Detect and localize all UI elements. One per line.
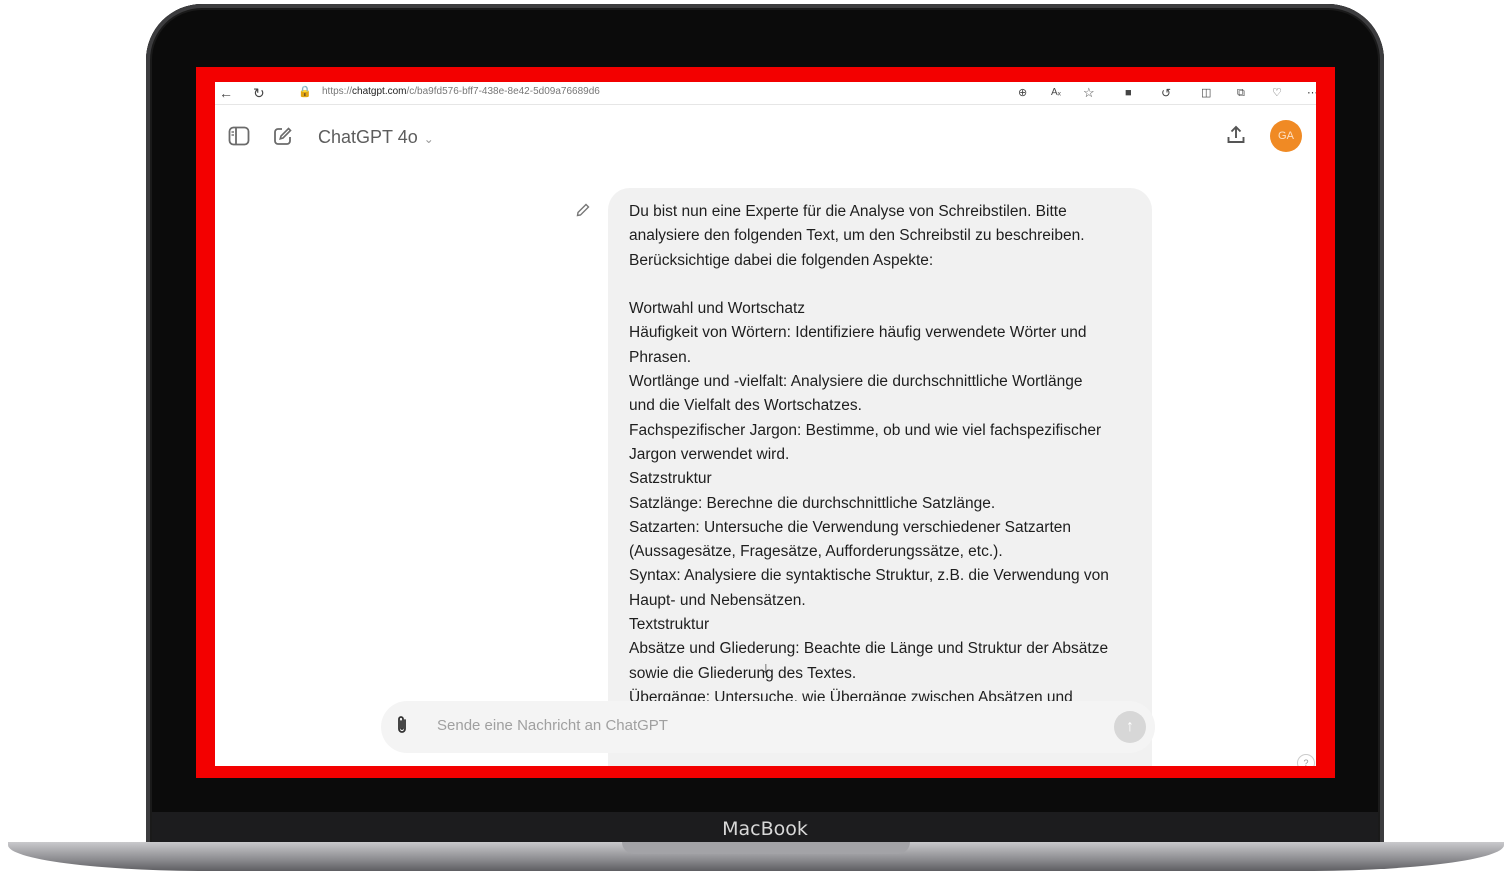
message-line: Du bist nun eine Experte für die Analyse…: [629, 203, 1067, 220]
split-screen-icon[interactable]: ◫: [1201, 84, 1211, 102]
attach-paperclip-icon[interactable]: [395, 714, 409, 742]
message-line: Phrasen.: [629, 348, 692, 366]
message-line: Berücksichtige dabei die folgenden Aspek…: [629, 251, 934, 269]
lock-icon[interactable]: 🔒: [298, 85, 312, 98]
reload-icon[interactable]: ↻: [253, 84, 265, 102]
message-line: Satzlänge: Berechne die durchschnittlich…: [629, 494, 996, 512]
zoom-icon[interactable]: ⊕: [1018, 84, 1027, 102]
collections-icon[interactable]: ⧉: [1237, 84, 1245, 102]
avatar[interactable]: GA: [1270, 120, 1302, 152]
message-line: Textstruktur: [629, 616, 710, 634]
message-line: Jargon verwendet wird.: [629, 445, 790, 463]
message-line: Absätze und Gliederung: Beachte die Läng…: [629, 640, 1109, 658]
message-line: Syntax: Analysiere die syntaktische Stru…: [629, 567, 1109, 585]
chevron-down-icon: ⌄: [423, 132, 434, 146]
message-input[interactable]: [435, 716, 1079, 735]
address-bar[interactable]: https://chatgpt.com/c/ba9fd576-bff7-438e…: [322, 86, 600, 97]
sidebar-toggle-icon[interactable]: [228, 126, 250, 151]
url-host: chatgpt.com: [352, 86, 407, 97]
user-message-text: Du bist nun eine Experte für die Analyse…: [629, 200, 1149, 710]
send-arrow-icon: ↑: [1126, 718, 1134, 735]
edit-message-icon[interactable]: [575, 202, 591, 223]
message-line: Wortwahl und Wortschatz: [629, 300, 806, 318]
model-name: ChatGPT 4o: [318, 127, 418, 147]
browser-essentials-icon[interactable]: ♡: [1272, 84, 1282, 102]
device-label: MacBook: [722, 818, 808, 840]
back-arrow-icon[interactable]: ←: [219, 84, 233, 102]
share-icon[interactable]: [1225, 124, 1247, 151]
extension-icon[interactable]: ■: [1125, 84, 1132, 102]
more-menu-icon[interactable]: ⋯: [1307, 84, 1316, 102]
refresh-extension-icon[interactable]: ↺: [1161, 84, 1171, 102]
message-line: Satzstruktur: [629, 470, 712, 488]
screen: ← ↻ 🔒 https://chatgpt.com/c/ba9fd576-bff…: [215, 82, 1316, 766]
url-prefix: https://: [322, 86, 353, 97]
message-line: Haupt- und Nebensätzen.: [629, 591, 806, 609]
message-line: Satzarten: Untersuche die Verwendung ver…: [629, 518, 1072, 536]
message-line: analysiere den folgenden Text, um den Sc…: [629, 227, 1085, 245]
read-aloud-icon[interactable]: Aₓ: [1051, 84, 1061, 102]
message-line: Häufigkeit von Wörtern: Identifiziere hä…: [629, 324, 1087, 342]
browser-toolbar: ← ↻ 🔒 https://chatgpt.com/c/ba9fd576-bff…: [215, 82, 1316, 105]
message-line: (Aussagesätze, Fragesätze, Aufforderungs…: [629, 543, 1003, 561]
message-line: [629, 273, 1149, 297]
laptop-notch: [622, 842, 910, 854]
message-line: sowie die Gliederung des Textes.: [629, 664, 857, 682]
model-selector[interactable]: ChatGPT 4o ⌄: [318, 127, 434, 148]
scroll-down-arrow-icon[interactable]: ↓: [755, 658, 777, 680]
help-button[interactable]: ?: [1297, 754, 1315, 766]
message-line: Fachspezifischer Jargon: Bestimme, ob un…: [629, 421, 1102, 439]
message-line: und die Vielfalt des Wortschatzes.: [629, 397, 862, 415]
favorite-star-icon[interactable]: ☆: [1083, 84, 1095, 102]
url-path: /c/ba9fd576-bff7-438e-8e42-5d09a76689d6: [406, 86, 600, 97]
message-line: Wortlänge und -vielfalt: Analysiere die …: [629, 373, 1083, 391]
send-button[interactable]: ↑: [1114, 711, 1146, 743]
new-chat-icon[interactable]: [273, 126, 293, 151]
